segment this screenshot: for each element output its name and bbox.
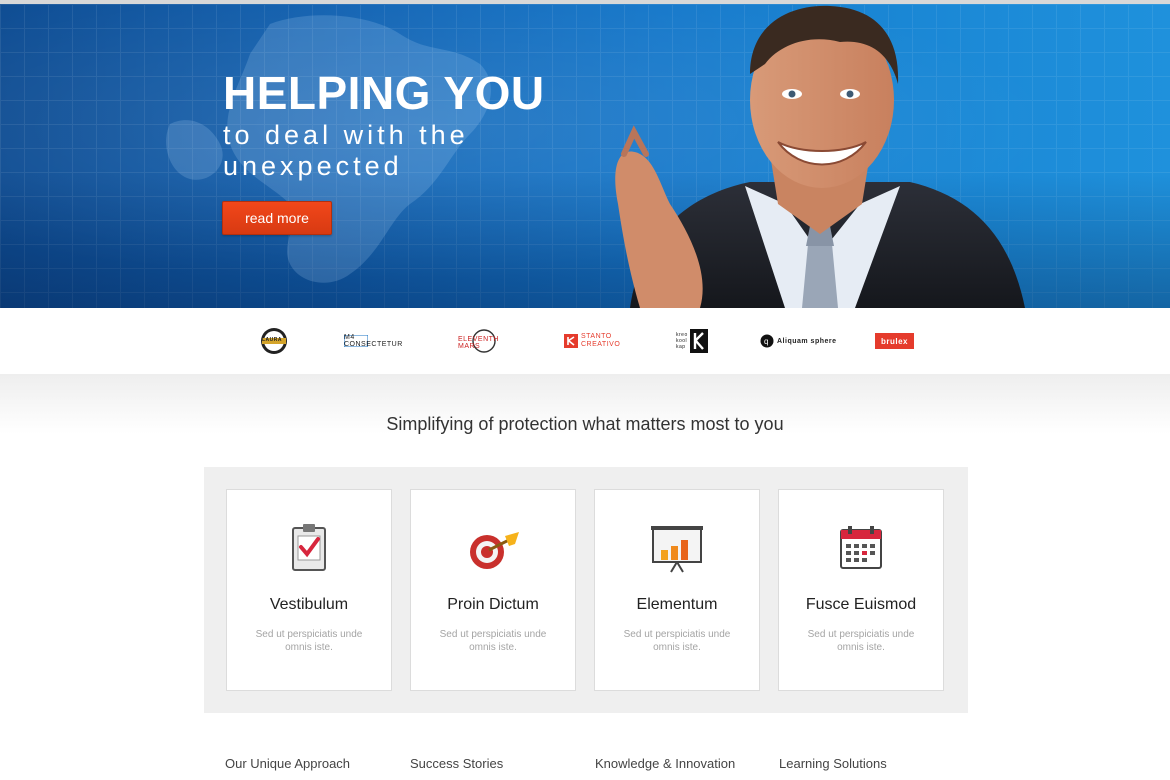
client-logos-strip: LAURA M4 CONSECTETUR ELEVENTH MARS STANT… xyxy=(0,308,1170,375)
nav-learning-solutions[interactable]: Learning Solutions xyxy=(779,756,887,771)
feature-description: Sed ut perspiciatis unde omnis iste. xyxy=(439,629,547,653)
nav-our-unique-approach[interactable]: Our Unique Approach xyxy=(225,756,350,771)
read-more-button[interactable]: read more xyxy=(222,201,332,235)
feature-card-vestibulum[interactable]: Vestibulum Sed ut perspiciatis unde omni… xyxy=(226,489,392,691)
presentation-chart-icon xyxy=(651,526,703,573)
hero-title: HELPING YOU xyxy=(223,67,545,119)
features-panel: Vestibulum Sed ut perspiciatis unde omni… xyxy=(204,467,968,713)
k-block-logo-icon xyxy=(690,329,708,353)
section-headline: Simplifying of protection what matters m… xyxy=(386,414,784,434)
logo-laura-text: LAURA xyxy=(262,337,282,343)
logo-m4[interactable]: M4 CONSECTETUR xyxy=(344,326,414,356)
brulex-logo-icon: brulex xyxy=(875,333,914,349)
feature-title: Vestibulum xyxy=(269,596,349,613)
logo-k-block[interactable]: kreo kool kap K xyxy=(676,326,710,356)
logo-k-small-text: kreo kool kap xyxy=(676,332,688,350)
feature-description: Sed ut perspiciatis unde omnis iste. xyxy=(255,629,363,653)
feature-description: Sed ut perspiciatis unde omnis iste. xyxy=(623,629,731,653)
businessman-photo xyxy=(615,5,1025,308)
logo-eleventh-mars[interactable]: ELEVENTH MARS xyxy=(458,326,514,356)
nav-knowledge-innovation[interactable]: Knowledge & Innovation xyxy=(595,756,735,771)
feature-card-elementum[interactable]: Elementum Sed ut perspiciatis unde omnis… xyxy=(594,489,760,691)
k-logo-icon xyxy=(564,334,578,348)
feature-card-proin-dictum[interactable]: Proin Dictum Sed ut perspiciatis unde om… xyxy=(410,489,576,691)
hero-banner: HELPING YOU to deal with the unexpected … xyxy=(0,4,1170,308)
feature-card-fusce-euismod[interactable]: Fusce Euismod Sed ut perspiciatis unde o… xyxy=(778,489,944,691)
logo-brulex[interactable]: brulex xyxy=(875,326,914,356)
feature-description: Sed ut perspiciatis unde omnis iste. xyxy=(807,629,915,653)
feature-title: Elementum xyxy=(636,596,718,613)
logo-aliquam-sphere[interactable]: q Aliquam sphere xyxy=(760,326,837,356)
hero-subtitle: to deal with the unexpected xyxy=(223,120,469,181)
clipboard-check-icon xyxy=(292,524,326,571)
logo-eleventh-mars-text: ELEVENTH MARS xyxy=(458,336,499,350)
logo-aliquam-text: Aliquam sphere xyxy=(777,337,837,345)
svg-text:q: q xyxy=(764,337,768,346)
calendar-icon xyxy=(840,526,882,569)
logo-stanto-text: STANTO CREATIVO xyxy=(581,333,621,348)
target-dart-icon xyxy=(470,532,519,569)
nav-success-stories[interactable]: Success Stories xyxy=(410,756,503,771)
bottom-nav: Our Unique Approach Success Stories Know… xyxy=(0,752,1170,780)
feature-title: Proin Dictum xyxy=(447,596,539,613)
logo-brulex-text: brulex xyxy=(880,336,908,346)
feature-title: Fusce Euismod xyxy=(805,596,917,613)
q-logo-icon: q xyxy=(760,334,774,348)
logo-m4-text: M4 CONSECTETUR xyxy=(344,334,403,348)
logo-stanto-creativo[interactable]: STANTO CREATIVO xyxy=(564,326,631,356)
logo-laura[interactable]: LAURA xyxy=(256,326,292,356)
